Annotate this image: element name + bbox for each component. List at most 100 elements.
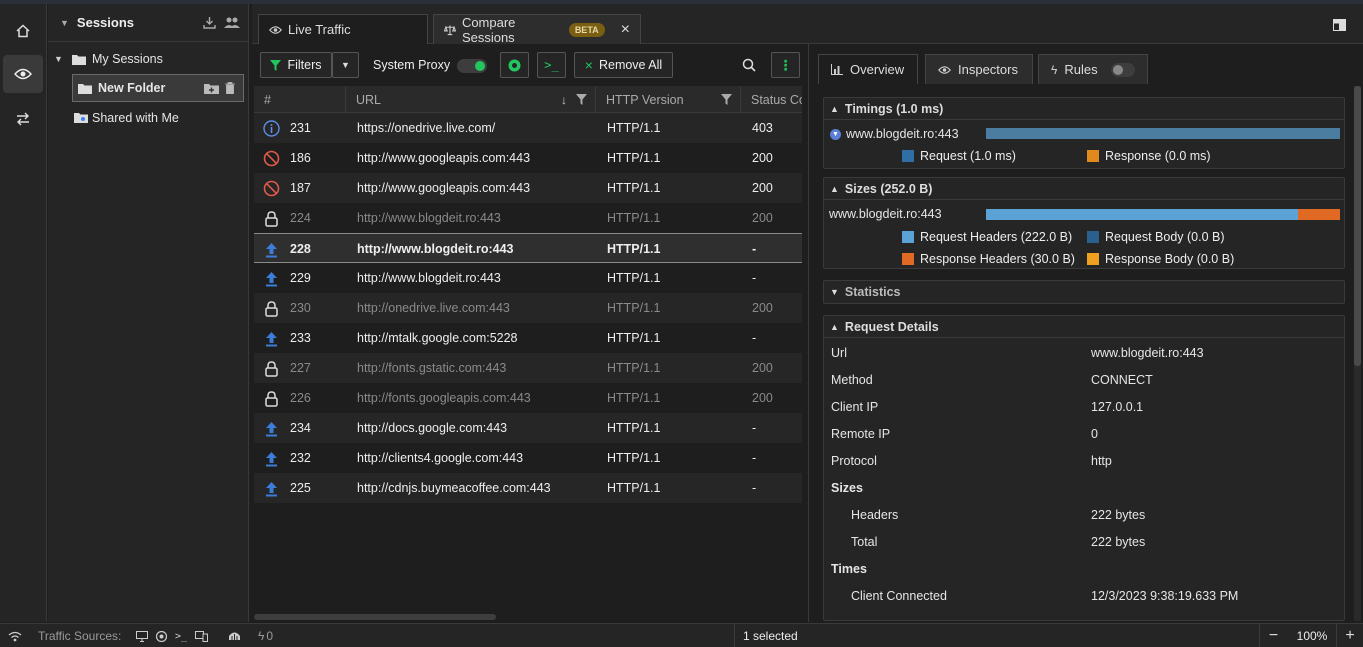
zoom-in-button[interactable]: + [1336,624,1363,647]
table-row[interactable]: 233 http://mtalk.google.com:5228 HTTP/1.1 - [254,323,802,353]
column-header-id[interactable]: # [254,86,346,113]
sizes-header[interactable]: ▲ Sizes (252.0 B) [824,178,1344,200]
tab-inspectors[interactable]: Inspectors [925,54,1033,84]
layout-button[interactable] [1326,14,1352,36]
add-folder-icon[interactable] [204,83,219,94]
remove-icon: × [584,57,593,73]
upload-arrow-icon [263,443,285,473]
table-row[interactable]: 187 http://www.googleapis.com:443 HTTP/1.1… [254,173,802,203]
remote-source-icon[interactable] [228,624,241,647]
share-users-icon[interactable] [224,16,240,29]
row-url: http://cdnjs.buymeacoffee.com:443 [357,481,551,495]
folder-icon [78,83,92,94]
timing-bar [986,128,1340,139]
more-options-button[interactable]: ⋮ [771,52,800,78]
status-bar: Traffic Sources: >_ ϟ 0 1 selected − 100… [0,623,1363,647]
timings-header[interactable]: ▲ Timings (1.0 ms) [824,98,1344,120]
vertical-scrollbar-thumb[interactable] [1354,86,1361,366]
column-header-status[interactable]: Status Co [741,86,802,113]
trash-icon[interactable] [225,82,235,94]
terminal-button[interactable]: >_ [537,52,566,78]
chrome-button[interactable] [500,52,529,78]
statistics-header[interactable]: ▼ Statistics [824,281,1344,303]
remove-all-button[interactable]: × Remove All [574,52,673,78]
eye-icon [938,65,951,74]
statistics-section: ▼ Statistics [823,280,1345,304]
request-details-header[interactable]: ▲ Request Details [824,316,1344,338]
tab-label: Live Traffic [288,22,351,37]
row-http-version: HTTP/1.1 [607,301,661,315]
timings-host-row: ▼ www.blogdeit.ro:443 [830,127,959,141]
column-filter-icon[interactable] [576,94,587,105]
column-header-url[interactable]: URL ↓ [346,86,596,113]
filter-icon [270,59,282,71]
detail-value: CONNECT [1091,372,1153,387]
table-row[interactable]: 229 http://www.blogdeit.ro:443 HTTP/1.1 - [254,263,802,293]
row-url: http://www.blogdeit.ro:443 [357,271,501,285]
detail-key: Url [831,345,847,360]
chrome-source-icon[interactable] [156,624,167,647]
table-row[interactable]: 230 http://onedrive.live.com:443 HTTP/1.1 2… [254,293,802,323]
home-button[interactable] [3,12,43,50]
search-icon[interactable] [742,58,756,72]
lightning-icon: ϟ [1051,62,1058,77]
close-icon[interactable]: × [621,21,630,39]
table-row[interactable]: 228 http://www.blogdeit.ro:443 HTTP/1.1 - [254,233,802,263]
system-proxy-toggle[interactable] [457,59,487,73]
lock-icon [263,353,285,383]
detail-row: Headers 222 bytes [824,501,1344,528]
tab-compare-sessions[interactable]: Compare Sessions BETA × [433,14,641,45]
column-header-http-version[interactable]: HTTP Version [596,86,741,113]
table-row[interactable]: 232 http://clients4.google.com:443 HTTP/1.… [254,443,802,473]
tree-item-new-folder[interactable]: New Folder [72,74,244,102]
filters-button[interactable]: Filters [260,52,332,78]
tree-item-my-sessions[interactable]: ▼ My Sessions [48,45,248,73]
legend-request-headers: Request Headers (222.0 B) [902,230,1072,244]
terminal-source-icon[interactable]: >_ [175,624,187,647]
blocked-icon [263,143,285,173]
tab-rules[interactable]: ϟ Rules [1038,54,1148,84]
expand-circle-icon[interactable]: ▼ [830,128,841,140]
row-url: http://docs.google.com:443 [357,421,508,435]
rules-toggle[interactable] [1110,62,1135,77]
sort-down-icon[interactable]: ↓ [561,93,567,107]
column-filter-icon[interactable] [721,94,732,105]
detail-row: Client Connected 12/3/2023 9:38:19.633 PM [824,582,1344,609]
zoom-out-button[interactable]: − [1259,624,1287,647]
live-traffic-button[interactable] [3,55,43,93]
filters-dropdown[interactable]: ▼ [332,52,359,78]
info-icon [263,113,285,143]
tab-overview[interactable]: Overview [818,54,918,84]
detail-row: Client IP 127.0.0.1 [824,393,1344,420]
tree-item-shared-with-me[interactable]: Shared with Me [48,104,248,132]
compare-button[interactable] [3,100,43,138]
table-row[interactable]: 226 http://fonts.googleapis.com:443 HTTP/1… [254,383,802,413]
home-icon [16,24,30,38]
upload-arrow-icon [263,323,285,353]
detail-key: Remote IP [831,426,891,441]
detail-value: 127.0.0.1 [1091,399,1144,414]
devices-source-icon[interactable] [195,624,208,647]
bar-chart-icon [831,64,843,75]
network-icon[interactable] [8,624,22,647]
horizontal-scrollbar[interactable] [254,614,496,620]
system-source-icon[interactable] [136,624,148,647]
expand-icon[interactable]: ▼ [54,54,68,64]
request-details-section: ▲ Request Details Url www.blogdeit.ro:443… [823,315,1345,621]
row-status: 200 [752,151,773,165]
table-row[interactable]: 231 https://onedrive.live.com/HTTP/1.1 403 [254,113,802,143]
table-row[interactable]: 186 http://www.googleapis.com:443 HTTP/1.1… [254,143,802,173]
table-row[interactable]: 227 http://fonts.gstatic.com:443 HTTP/1.1 2… [254,353,802,383]
table-row[interactable]: 225 http://cdnjs.buymeacoffee.com:443 HTTP… [254,473,802,503]
timings-section: ▲ Timings (1.0 ms) ▼ www.blogdeit.ro:443… [823,97,1345,169]
import-icon[interactable] [203,16,216,29]
table-row[interactable]: 224 http://www.blogdeit.ro:443 HTTP/1.1 200 [254,203,802,233]
tab-live-traffic[interactable]: Live Traffic [258,14,428,44]
rules-counter: ϟ 0 [258,629,274,643]
row-url: http://mtalk.google.com:5228 [357,331,518,345]
table-row[interactable]: 234 http://docs.google.com:443 HTTP/1.1 - [254,413,802,443]
row-http-version: HTTP/1.1 [607,331,661,345]
row-url: https://onedrive.live.com/ [357,121,496,135]
collapse-icon[interactable]: ▼ [60,18,69,28]
row-status: 200 [752,301,773,315]
